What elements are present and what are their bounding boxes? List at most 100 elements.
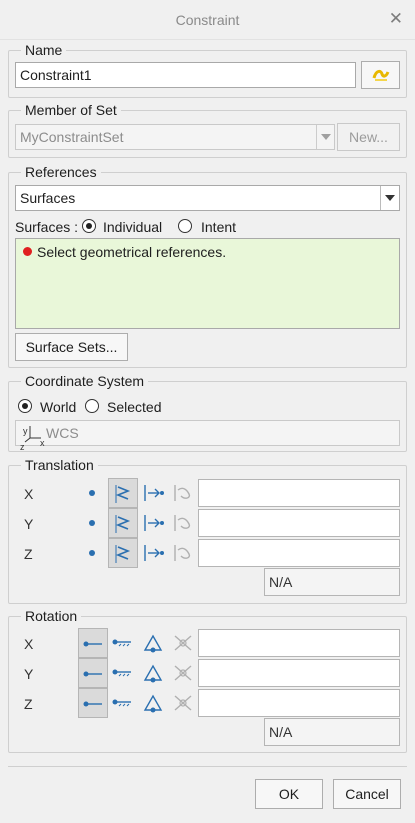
translation-free-button[interactable] (168, 538, 198, 568)
translation-limited-button[interactable] (138, 508, 168, 538)
translation-legend: Translation (21, 456, 98, 474)
world-radio[interactable] (18, 399, 32, 413)
rotation-limited-button[interactable] (138, 628, 168, 658)
pin-rod-icon (83, 671, 102, 677)
pin-rod-icon (83, 701, 102, 707)
ok-button[interactable]: OK (255, 779, 323, 809)
rotation-free-button[interactable] (168, 628, 198, 658)
title-bar: Constraint ✕ (0, 0, 415, 40)
reference-collector[interactable]: Select geometrical references. (15, 238, 400, 329)
rotation-legend: Rotation (21, 607, 82, 625)
translation-value-input[interactable] (198, 479, 400, 507)
limit-arrow-icon (144, 485, 164, 501)
member-legend: Member of Set (21, 101, 121, 119)
csys-x-label: x (40, 438, 45, 448)
rotation-fixed-button[interactable] (78, 658, 108, 688)
world-label: World (40, 399, 77, 415)
rotation-fixed-button[interactable] (78, 628, 108, 658)
collector-message: Select geometrical references. (37, 244, 227, 260)
name-input[interactable] (15, 62, 356, 88)
references-legend: References (21, 163, 101, 181)
name-legend: Name (21, 41, 67, 59)
translation-fixed-button[interactable] (108, 478, 138, 508)
translation-axis-label: X (24, 486, 34, 502)
name-color-button[interactable] (361, 61, 400, 89)
chevron-down-icon (385, 195, 395, 201)
spring-icon (115, 515, 131, 533)
disabled-spring-icon (174, 485, 191, 501)
rotation-value-input[interactable] (198, 659, 400, 687)
translation-limited-button[interactable] (138, 478, 168, 508)
hinge-icon (112, 669, 131, 677)
close-icon[interactable]: ✕ (389, 9, 403, 29)
hinge-icon (112, 699, 131, 707)
free-dot-icon[interactable] (89, 550, 95, 556)
coordinate-system-field[interactable]: y z x WCS (15, 420, 400, 452)
disabled-spring-icon (174, 545, 191, 561)
translation-axis-label: Y (24, 516, 34, 532)
dialog-title: Constraint (175, 12, 240, 28)
chevron-down-icon (321, 134, 331, 140)
rotation-free-button[interactable] (168, 688, 198, 718)
coordinate-system-legend: Coordinate System (21, 372, 149, 390)
disabled-rotation-icon (174, 695, 192, 711)
rotation-axis-label: X (24, 636, 34, 652)
hinge-icon (112, 639, 131, 647)
reference-type-select[interactable]: Surfaces (15, 185, 400, 211)
csys-icon: y z x (20, 422, 45, 452)
rotation-value-input[interactable] (198, 689, 400, 717)
translation-fixed-button[interactable] (108, 508, 138, 538)
error-dot-icon (23, 247, 32, 256)
reference-type-value: Surfaces (20, 190, 76, 206)
intent-label: Intent (201, 219, 237, 235)
rotation-summary: N/A (264, 718, 400, 746)
rotation-fixed-button[interactable] (78, 688, 108, 718)
surfaces-label: Surfaces : (15, 219, 79, 235)
coordinate-system-value: WCS (46, 425, 79, 441)
rotation-free-button[interactable] (168, 658, 198, 688)
angle-limit-icon (143, 664, 163, 683)
rotation-value-input[interactable] (198, 629, 400, 657)
selected-radio[interactable] (85, 399, 99, 413)
reference-dropdown-arrow (380, 186, 399, 210)
rotation-axis-label: Y (24, 666, 34, 682)
angle-limit-icon (143, 694, 163, 713)
translation-fixed-button[interactable] (108, 538, 138, 568)
spring-icon (115, 485, 131, 503)
rotation-limited-button[interactable] (138, 658, 168, 688)
translation-free-button[interactable] (168, 478, 198, 508)
rotation-limited-button[interactable] (138, 688, 168, 718)
translation-axis-label: Z (24, 546, 33, 562)
disabled-spring-icon (174, 515, 191, 531)
member-set-value: MyConstraintSet (20, 129, 124, 145)
rotation-hinge-button[interactable] (108, 688, 138, 718)
disabled-rotation-icon (174, 665, 192, 681)
translation-summary: N/A (264, 568, 400, 596)
pin-rod-icon (83, 641, 102, 647)
spring-icon (115, 545, 131, 563)
surface-sets-button[interactable]: Surface Sets... (15, 333, 128, 361)
translation-value-input[interactable] (198, 509, 400, 537)
limit-arrow-icon (144, 545, 164, 561)
rotation-axis-label: Z (24, 696, 33, 712)
rotation-hinge-button[interactable] (108, 628, 138, 658)
new-set-button[interactable]: New... (337, 123, 400, 151)
color-swatch-icon (372, 69, 390, 81)
translation-limited-button[interactable] (138, 538, 168, 568)
individual-label: Individual (103, 219, 163, 235)
selected-label: Selected (107, 399, 162, 415)
translation-value-input[interactable] (198, 539, 400, 567)
individual-radio[interactable] (82, 219, 96, 233)
member-dropdown-arrow (316, 125, 334, 149)
rotation-hinge-button[interactable] (108, 658, 138, 688)
member-set-select[interactable]: MyConstraintSet (15, 124, 335, 150)
intent-radio[interactable] (178, 219, 192, 233)
angle-limit-icon (143, 634, 163, 653)
cancel-button[interactable]: Cancel (333, 779, 401, 809)
disabled-rotation-icon (174, 635, 192, 651)
free-dot-icon[interactable] (89, 490, 95, 496)
limit-arrow-icon (144, 515, 164, 531)
translation-free-button[interactable] (168, 508, 198, 538)
footer-divider (8, 766, 407, 767)
free-dot-icon[interactable] (89, 520, 95, 526)
